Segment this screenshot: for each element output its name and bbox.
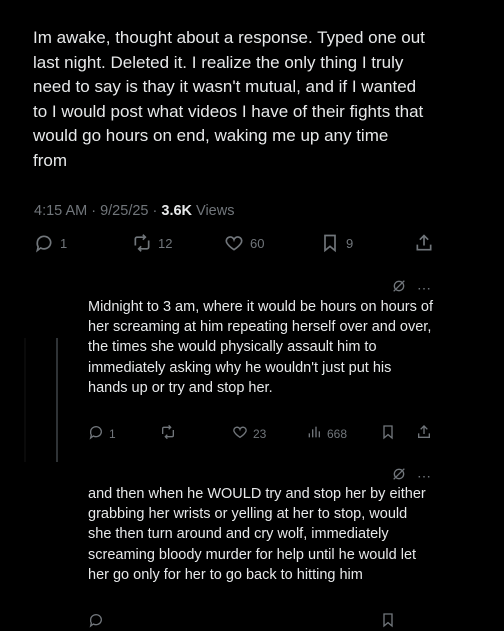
reply-count: 1 [60,235,68,251]
heart-icon [224,233,244,253]
reply-count: 1 [109,426,116,441]
grok-icon[interactable] [391,278,407,299]
share-button[interactable] [414,233,434,253]
like-count: 23 [253,426,267,441]
repost-button[interactable] [160,424,181,443]
meta-separator: · [91,203,101,219]
views-count[interactable]: 3.6K [161,203,192,219]
views-label: Views [196,203,235,219]
reply-button[interactable] [88,612,104,631]
heart-icon [232,424,248,443]
reply-text: and then when he WOULD try and stop her … [88,486,426,583]
reply-text: Midnight to 3 am, where it would be hour… [88,299,433,396]
reply-post[interactable]: ⋯ and then when he WOULD try and stop he… [26,462,442,628]
like-count: 60 [250,235,265,251]
share-icon [416,424,432,443]
post-time[interactable]: 4:15 AM [34,203,87,219]
bar-chart-icon [306,424,322,443]
speech-bubble-icon [88,424,104,443]
bookmark-button[interactable] [380,612,396,631]
main-post: Im awake, thought about a response. Type… [14,0,438,270]
share-icon [414,233,434,253]
reply-button[interactable]: 1 [34,233,67,253]
bookmark-icon [380,424,396,443]
reply-actions [88,612,438,630]
like-button[interactable]: 60 [224,233,264,253]
thread-line [56,338,58,462]
post-actions: 1 12 60 9 [34,233,434,259]
repost-arrows-icon [160,424,176,443]
more-dots-icon[interactable]: ⋯ [417,280,432,297]
share-button[interactable] [416,424,432,443]
views-button[interactable]: 668 [306,424,347,443]
post-date[interactable]: 9/25/25 [100,203,148,219]
bookmark-icon [380,612,396,631]
reply-actions: 1 23 668 [88,424,438,442]
bookmark-button[interactable] [380,424,396,443]
like-button[interactable]: 23 [232,424,266,443]
repost-arrows-icon [132,233,152,253]
reply-button[interactable]: 1 [88,424,116,443]
bookmark-icon [320,233,340,253]
speech-bubble-icon [34,233,54,253]
more-dots-icon[interactable]: ⋯ [417,468,432,485]
repost-count: 12 [158,235,173,251]
speech-bubble-icon [88,612,104,631]
reply-top-controls: ⋯ [391,278,432,299]
post-meta: 4:15 AM · 9/25/25 · 3.6K Views [34,203,234,219]
bookmark-count: 9 [346,235,354,251]
view-count: 668 [327,426,348,441]
bookmark-button[interactable]: 9 [320,233,353,253]
repost-button[interactable]: 12 [132,233,172,253]
reply-post[interactable]: ⋯ Midnight to 3 am, where it would be ho… [26,270,442,462]
post-text: Im awake, thought about a response. Type… [33,28,425,170]
